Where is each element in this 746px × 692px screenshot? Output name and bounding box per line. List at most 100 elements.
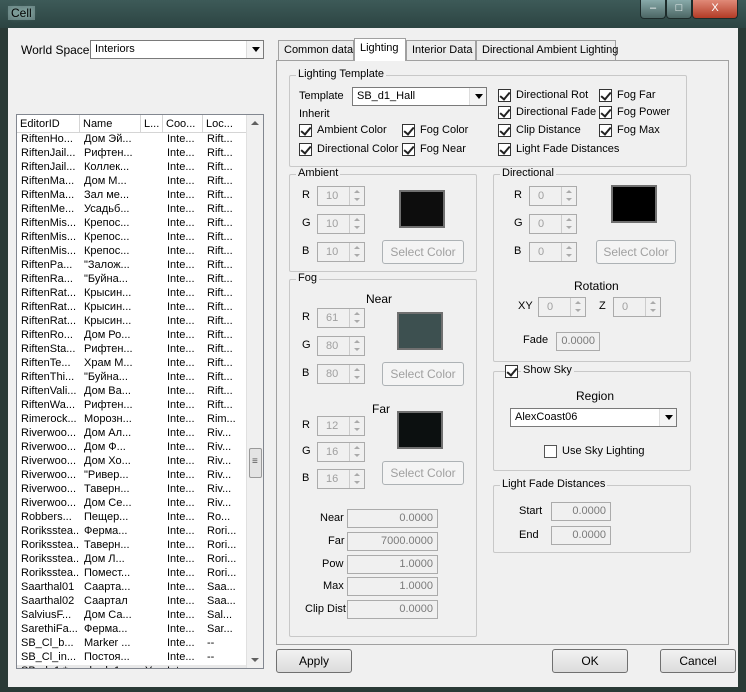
directional-g-spinner[interactable]: 0 <box>529 214 577 234</box>
list-item[interactable]: RiftenJail... Рифтен... Inte... Rift... <box>17 147 248 161</box>
chevron-down-icon[interactable] <box>469 88 486 105</box>
list-item[interactable]: Roriksstea... Ферма... Inte... Rori... <box>17 525 248 539</box>
inherit-fog-near-checkbox[interactable] <box>402 143 415 156</box>
list-item[interactable]: RiftenRat... Крысин... Inte... Rift... <box>17 315 248 329</box>
minimize-button[interactable]: – <box>640 0 666 19</box>
inherit-fog-far-checkbox[interactable] <box>599 89 612 102</box>
list-item[interactable]: RiftenHo... Дом Эй... Inte... Rift... <box>17 133 248 147</box>
list-item[interactable]: RiftenMis... Крепос... Inte... Rift... <box>17 217 248 231</box>
list-item[interactable]: RiftenTe... Храм М... Inte... Rift... <box>17 357 248 371</box>
inherit-fog-color-checkbox[interactable] <box>402 124 415 137</box>
list-item[interactable]: SB_Cl_in... Постоя... Inte... -- <box>17 651 248 665</box>
scroll-up-icon[interactable] <box>251 121 259 125</box>
fog-far-select-color-button[interactable]: Select Color <box>382 461 464 485</box>
ambient-color-swatch[interactable] <box>399 190 445 228</box>
list-item[interactable]: RiftenMa... Зал ме... Inte... Rift... <box>17 189 248 203</box>
fade-field[interactable]: 0.0000 <box>556 332 600 351</box>
inherit-fog-max-checkbox[interactable] <box>599 124 612 137</box>
fog-near-r-spinner[interactable]: 61 <box>317 308 365 328</box>
fog-near-select-color-button[interactable]: Select Color <box>382 362 464 386</box>
fog-near-color-swatch[interactable] <box>397 312 443 350</box>
inherit-ambient-color-checkbox[interactable] <box>299 124 312 137</box>
directional-r-spinner[interactable]: 0 <box>529 186 577 206</box>
list-item[interactable]: RiftenWa... Рифтен... Inte... Rift... <box>17 399 248 413</box>
inherit-light-fade-checkbox[interactable] <box>498 143 511 156</box>
ambient-g-spinner[interactable]: 10 <box>317 214 365 234</box>
scroll-down-icon[interactable] <box>251 658 259 662</box>
list-item[interactable]: Riverwoo... Дом Ф... Inte... Riv... <box>17 441 248 455</box>
chevron-down-icon[interactable] <box>246 41 263 58</box>
list-item[interactable]: SB_Cl_b... Marker ... Inte... -- <box>17 637 248 651</box>
apply-button[interactable]: Apply <box>276 649 352 673</box>
list-item[interactable]: RiftenJail... Коллек... Inte... Rift... <box>17 161 248 175</box>
list-item[interactable]: Riverwoo... Дом Се... Inte... Riv... <box>17 497 248 511</box>
list-item[interactable]: RiftenMis... Крепос... Inte... Rift... <box>17 245 248 259</box>
fog-far-color-swatch[interactable] <box>397 411 443 449</box>
rotation-xy-spinner[interactable]: 0 <box>538 297 586 317</box>
list-item[interactable]: RiftenVali... Дом Ва... Inte... Rift... <box>17 385 248 399</box>
list-item[interactable]: RiftenMe... Усадьб... Inte... Rift... <box>17 203 248 217</box>
close-button[interactable]: X <box>692 0 738 19</box>
list-item[interactable]: Riverwoo... Дом Хо... Inte... Riv... <box>17 455 248 469</box>
list-item[interactable]: Riverwoo... Дом Ал... Inte... Riv... <box>17 427 248 441</box>
cancel-button[interactable]: Cancel <box>660 649 736 673</box>
inherit-directional-fade-checkbox[interactable] <box>498 106 511 119</box>
fog-far-g-spinner[interactable]: 16 <box>317 442 365 462</box>
ambient-r-spinner[interactable]: 10 <box>317 186 365 206</box>
list-item[interactable]: RiftenRat... Крысин... Inte... Rift... <box>17 301 248 315</box>
fog-far-distance-field[interactable]: 7000.0000 <box>347 532 438 551</box>
rotation-z-spinner[interactable]: 0 <box>613 297 661 317</box>
col-location[interactable]: Loc... <box>203 115 248 132</box>
ambient-select-color-button[interactable]: Select Color <box>382 240 464 264</box>
inherit-fog-power-checkbox[interactable] <box>599 106 612 119</box>
inherit-directional-rot-checkbox[interactable] <box>498 89 511 102</box>
region-select[interactable]: AlexCoast06 <box>510 408 677 427</box>
ok-button[interactable]: OK <box>552 649 628 673</box>
worldspace-select[interactable]: Interiors <box>90 40 264 59</box>
fog-pow-field[interactable]: 1.0000 <box>347 555 438 574</box>
list-item[interactable]: Roriksstea... Помест... Inte... Rori... <box>17 567 248 581</box>
chevron-down-icon[interactable] <box>659 409 676 426</box>
list-item[interactable]: Roriksstea... Таверн... Inte... Rori... <box>17 539 248 553</box>
directional-color-swatch[interactable] <box>611 185 657 223</box>
light-fade-end-field[interactable]: 0.0000 <box>551 526 611 545</box>
directional-b-spinner[interactable]: 0 <box>529 242 577 262</box>
tab-lighting[interactable]: Lighting <box>354 38 406 61</box>
list-item[interactable]: Riverwoo... "Ривер... Inte... Riv... <box>17 469 248 483</box>
list-item[interactable]: SalviusF... Дом Са... Inte... Sal... <box>17 609 248 623</box>
use-sky-lighting-checkbox[interactable] <box>544 445 557 458</box>
list-item[interactable]: Roriksstea... Дом Л... Inte... Rori... <box>17 553 248 567</box>
list-item[interactable]: RiftenMis... Крепос... Inte... Rift... <box>17 231 248 245</box>
list-item[interactable]: Saarthal02 Саартал Inte... Saa... <box>17 595 248 609</box>
col-name[interactable]: Name <box>80 115 141 132</box>
light-fade-start-field[interactable]: 0.0000 <box>551 502 611 521</box>
scroll-thumb[interactable] <box>249 448 262 478</box>
list-item[interactable]: SarethiFa... Ферма... Inte... Sar... <box>17 623 248 637</box>
clip-dist-field[interactable]: 0.0000 <box>347 600 438 619</box>
tab-interior-data[interactable]: Interior Data <box>406 40 476 60</box>
cell-list[interactable]: EditorID Name L... Coo... Loc... RiftenH… <box>16 114 264 669</box>
list-item[interactable]: RiftenRat... Крысин... Inte... Rift... <box>17 287 248 301</box>
col-coords[interactable]: Coo... <box>163 115 203 132</box>
ambient-b-spinner[interactable]: 10 <box>317 242 365 262</box>
fog-max-field[interactable]: 1.0000 <box>347 577 438 596</box>
show-sky-checkbox[interactable] <box>505 365 518 378</box>
list-item[interactable]: Robbers... Пещер... Inte... Ro... <box>17 511 248 525</box>
fog-near-b-spinner[interactable]: 80 <box>317 364 365 384</box>
list-item[interactable]: RiftenPa... "Залож... Inte... Rift... <box>17 259 248 273</box>
col-editorid[interactable]: EditorID <box>17 115 80 132</box>
fog-far-b-spinner[interactable]: 16 <box>317 469 365 489</box>
list-item[interactable]: RiftenThi... "Буйна... Inte... Rift... <box>17 371 248 385</box>
tab-common-data[interactable]: Common data <box>278 40 354 60</box>
list-item[interactable]: Rimerock... Морозн... Inte... Rim... <box>17 413 248 427</box>
list-item[interactable]: RiftenSta... Рифтен... Inte... Rift... <box>17 343 248 357</box>
tab-directional-ambient-lighting[interactable]: Directional Ambient Lighting <box>476 40 618 60</box>
fog-near-g-spinner[interactable]: 80 <box>317 336 365 356</box>
list-scrollbar[interactable] <box>246 115 263 668</box>
fog-near-distance-field[interactable]: 0.0000 <box>347 509 438 528</box>
list-item[interactable]: Riverwoo... Таверн... Inte... Riv... <box>17 483 248 497</box>
inherit-clip-distance-checkbox[interactable] <box>498 124 511 137</box>
directional-select-color-button[interactable]: Select Color <box>596 240 676 264</box>
col-l[interactable]: L... <box>141 115 163 132</box>
fog-far-r-spinner[interactable]: 12 <box>317 416 365 436</box>
